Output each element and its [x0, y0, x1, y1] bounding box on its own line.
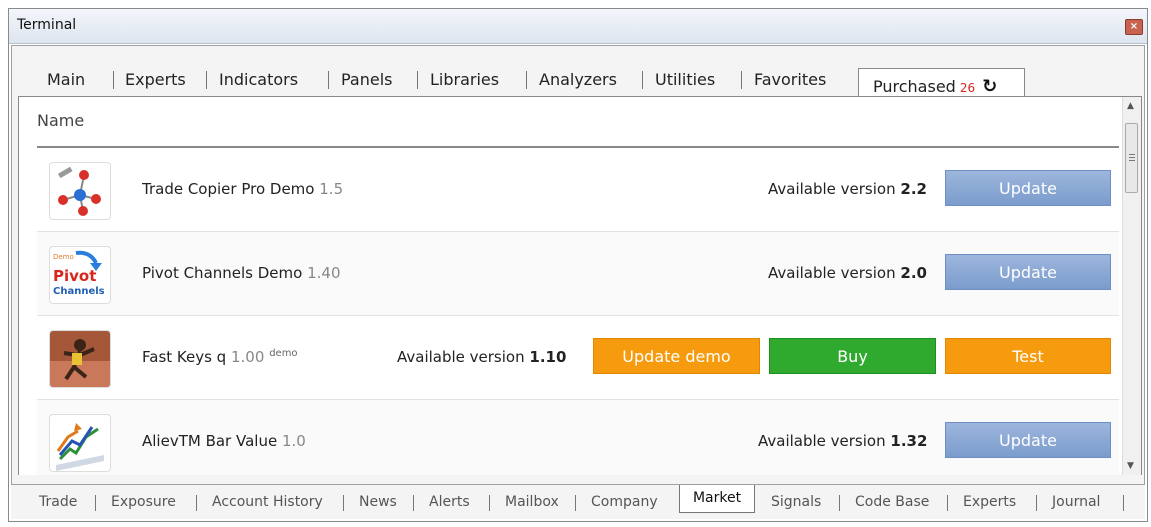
product-version: 1.0 — [281, 432, 306, 450]
bottom-tab-market[interactable]: Market — [679, 485, 755, 513]
vertical-scrollbar[interactable]: ▲ ▼ — [1122, 97, 1141, 475]
available-version: Available version 1.32 — [758, 432, 927, 450]
available-version-number: 2.0 — [900, 264, 927, 282]
list-item: AlievTM Bar Value 1.0 Available version … — [37, 400, 1119, 475]
tab-separator — [839, 495, 840, 511]
tab-separator — [1123, 495, 1124, 511]
pivot-channels-icon: Demo Pivot Channels — [49, 246, 111, 304]
update-button[interactable]: Update — [945, 422, 1111, 458]
bottom-tab-journal[interactable]: Journal — [1052, 494, 1100, 510]
icon-channels-text: Channels — [53, 286, 105, 297]
tab-experts[interactable]: Experts — [125, 69, 186, 91]
update-button[interactable]: Update — [945, 170, 1111, 206]
icon-demo-text: Demo — [53, 253, 74, 261]
tab-separator — [328, 71, 329, 89]
tab-separator — [489, 495, 490, 511]
available-version: Available version 2.0 — [768, 264, 927, 282]
bottom-tab-trade[interactable]: Trade — [39, 494, 77, 510]
tab-libraries[interactable]: Libraries — [430, 69, 499, 91]
available-label: Available version — [768, 180, 896, 198]
update-demo-button[interactable]: Update demo — [593, 338, 760, 374]
available-version-number: 1.10 — [529, 348, 567, 366]
product-name: Fast Keys q 1.00 demo — [142, 348, 298, 366]
trade-copier-icon — [49, 162, 111, 220]
bar-value-icon — [49, 414, 111, 472]
product-title: Pivot Channels Demo — [142, 264, 303, 282]
market-tabs: Main Experts Indicators Panels Libraries… — [18, 56, 1140, 107]
scroll-down-icon[interactable]: ▼ — [1127, 461, 1134, 471]
available-version-number: 2.2 — [900, 180, 927, 198]
tab-indicators[interactable]: Indicators — [219, 69, 298, 91]
terminal-client-area: Main Experts Indicators Panels Libraries… — [11, 45, 1145, 485]
tab-separator — [413, 495, 414, 511]
scroll-up-icon[interactable]: ▲ — [1127, 101, 1134, 111]
product-title: Fast Keys q — [142, 348, 227, 366]
available-version: Available version 1.10 — [397, 348, 566, 366]
bottom-tab-account-history[interactable]: Account History — [212, 494, 323, 510]
icon-pivot-text: Pivot — [53, 267, 96, 285]
runner-icon — [49, 330, 111, 388]
tab-analyzers[interactable]: Analyzers — [539, 69, 617, 91]
refresh-icon[interactable]: ↻ — [982, 76, 997, 97]
tab-separator — [741, 71, 742, 89]
tab-separator — [575, 495, 576, 511]
bottom-tab-experts[interactable]: Experts — [963, 494, 1016, 510]
grip-line — [1129, 157, 1135, 158]
list-item: Trade Copier Pro Demo 1.5 Available vers… — [37, 148, 1119, 232]
available-version: Available version 2.2 — [768, 180, 927, 198]
product-name: Trade Copier Pro Demo 1.5 — [142, 180, 343, 198]
bottom-tab-signals[interactable]: Signals — [771, 494, 821, 510]
list-item: Demo Pivot Channels Pivot Channels Demo … — [37, 232, 1119, 316]
product-title: Trade Copier Pro Demo — [142, 180, 315, 198]
tab-favorites[interactable]: Favorites — [754, 69, 826, 91]
title-bar: Terminal × — [9, 9, 1147, 44]
demo-tag: demo — [269, 348, 298, 359]
available-version-number: 1.32 — [890, 432, 928, 450]
product-version: 1.40 — [307, 264, 341, 282]
tab-separator — [343, 495, 344, 511]
list-item: Fast Keys q 1.00 demo Available version … — [37, 316, 1119, 400]
bottom-tab-exposure[interactable]: Exposure — [111, 494, 176, 510]
tab-purchased-label: Purchased — [873, 77, 956, 96]
available-label: Available version — [397, 348, 525, 366]
product-version: 1.5 — [319, 180, 344, 198]
window-title: Terminal — [17, 17, 77, 33]
test-button[interactable]: Test — [945, 338, 1111, 374]
product-name: Pivot Channels Demo 1.40 — [142, 264, 341, 282]
tab-separator — [206, 71, 207, 89]
terminal-window: Terminal × Main Experts Indicators Panel… — [8, 8, 1148, 522]
close-icon[interactable]: × — [1125, 19, 1143, 35]
scroll-thumb[interactable] — [1125, 123, 1138, 193]
tab-separator — [1036, 495, 1037, 511]
tab-separator — [95, 495, 96, 511]
tab-panels[interactable]: Panels — [341, 69, 393, 91]
product-name: AlievTM Bar Value 1.0 — [142, 432, 306, 450]
available-label: Available version — [758, 432, 886, 450]
tab-separator — [417, 71, 418, 89]
tab-separator — [642, 71, 643, 89]
available-label: Available version — [768, 264, 896, 282]
tab-utilities[interactable]: Utilities — [655, 69, 715, 91]
bottom-tab-company[interactable]: Company — [591, 494, 658, 510]
bottom-tab-code-base[interactable]: Code Base — [855, 494, 929, 510]
bottom-tab-alerts[interactable]: Alerts — [429, 494, 470, 510]
column-header-name[interactable]: Name — [37, 111, 1117, 137]
product-title: AlievTM Bar Value — [142, 432, 278, 450]
product-version: 1.00 — [231, 348, 265, 366]
bottom-tab-mailbox[interactable]: Mailbox — [505, 494, 559, 510]
update-button[interactable]: Update — [945, 254, 1111, 290]
tab-separator — [947, 495, 948, 511]
tab-separator — [196, 495, 197, 511]
purchased-count-badge: 26 — [959, 81, 976, 95]
tab-main[interactable]: Main — [47, 69, 85, 91]
tab-separator — [113, 71, 114, 89]
terminal-bottom-tabs: Trade Exposure Account History News Aler… — [11, 485, 1145, 519]
grip-line — [1129, 160, 1135, 161]
bottom-tab-news[interactable]: News — [359, 494, 397, 510]
purchased-list-panel: Name Trade Copier Pro Demo 1.5 Available… — [18, 97, 1142, 475]
grip-line — [1129, 154, 1135, 155]
buy-button[interactable]: Buy — [769, 338, 936, 374]
tab-separator — [526, 71, 527, 89]
